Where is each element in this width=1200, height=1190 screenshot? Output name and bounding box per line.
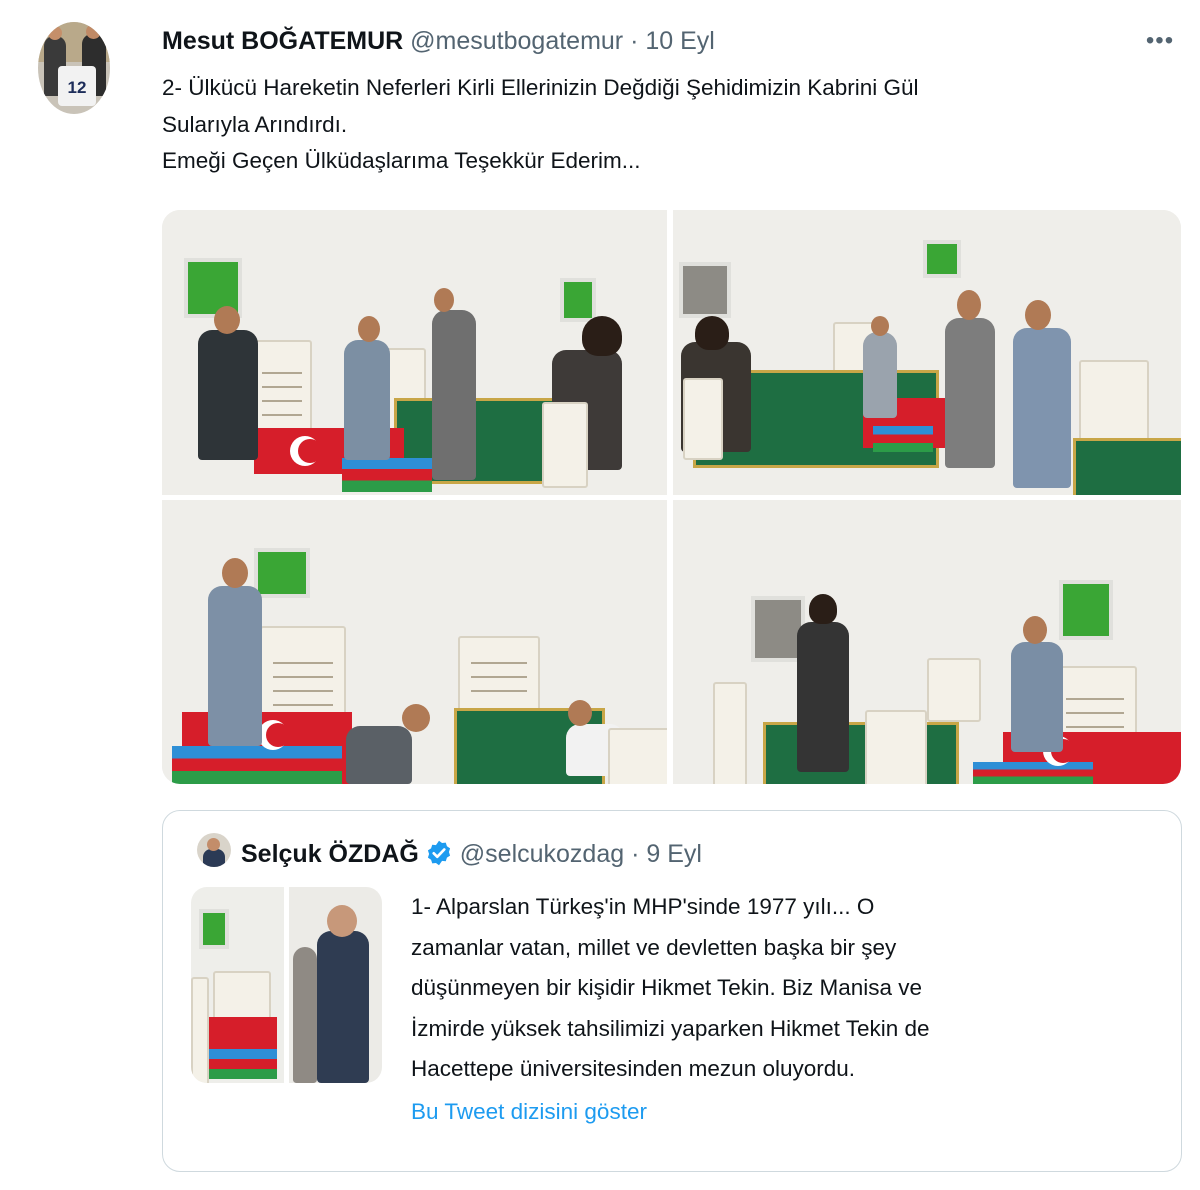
tweet-text-line: Emeği Geçen Ülküdaşlarıma Teşekkür Ederi… (162, 148, 641, 173)
quoted-tweet-media[interactable] (191, 887, 382, 1083)
quoted-text-line: zamanlar vatan, millet ve devletten başk… (411, 934, 897, 960)
header-separator: · (630, 27, 639, 55)
quoted-text-line: İzmirde yüksek tahsilimizi yaparken Hikm… (411, 1015, 930, 1041)
quoted-text-line: Hacettepe üniversitesinden mezun oluyord… (411, 1056, 856, 1081)
quoted-author-avatar[interactable] (197, 833, 231, 867)
quoted-author-handle[interactable]: @selcukozdag (460, 840, 624, 868)
quoted-tweet-text: 1- Alparslan Türkeş'in MHP'sinde 1977 yı… (411, 887, 1111, 1090)
tweet-photo-1[interactable] (162, 210, 667, 495)
quoted-photo-2[interactable] (289, 887, 382, 1083)
tweet-header: Mesut BOĞATEMUR @mesutbogatemur · 10 Eyl (162, 26, 715, 56)
avatar-jersey-number: 12 (58, 66, 96, 106)
tweet-photo-grid (162, 210, 1181, 784)
tweet-photo-2[interactable] (673, 210, 1181, 495)
tweet-avatar[interactable]: 12 (38, 22, 110, 114)
tweet-text-line: 2- Ülkücü Hareketin Neferleri Kirli Elle… (162, 75, 919, 100)
quoted-photo-1[interactable] (191, 887, 284, 1083)
quoted-tweet-card[interactable]: Selçuk ÖZDAĞ @selcukozdag · 9 Eyl 1- Alp… (162, 810, 1182, 1172)
quoted-tweet-date[interactable]: 9 Eyl (646, 840, 702, 868)
tweet-text: 2- Ülkücü Hareketin Neferleri Kirli Elle… (162, 70, 1182, 180)
quoted-text-line: düşünmeyen bir kişidir Hikmet Tekin. Biz… (411, 975, 923, 1000)
verified-badge-icon (427, 840, 450, 866)
more-options-icon[interactable]: ••• (1140, 24, 1180, 58)
tweet-date[interactable]: 10 Eyl (645, 27, 714, 55)
quoted-header-separator: · (631, 840, 640, 868)
show-thread-link[interactable]: Bu Tweet dizisini göster (411, 1095, 647, 1129)
quoted-text-line: 1- Alparslan Türkeş'in MHP'sinde 1977 yı… (411, 894, 875, 919)
tweet-photo-3[interactable] (162, 500, 667, 784)
quoted-tweet-header: Selçuk ÖZDAĞ @selcukozdag · 9 Eyl (241, 839, 702, 869)
tweet-text-line: Sularıyla Arındırdı. (162, 111, 348, 137)
quoted-author-name[interactable]: Selçuk ÖZDAĞ (241, 840, 419, 868)
author-handle[interactable]: @mesutbogatemur (410, 27, 623, 55)
tweet-photo-4[interactable] (673, 500, 1181, 784)
author-name[interactable]: Mesut BOĞATEMUR (162, 27, 403, 55)
